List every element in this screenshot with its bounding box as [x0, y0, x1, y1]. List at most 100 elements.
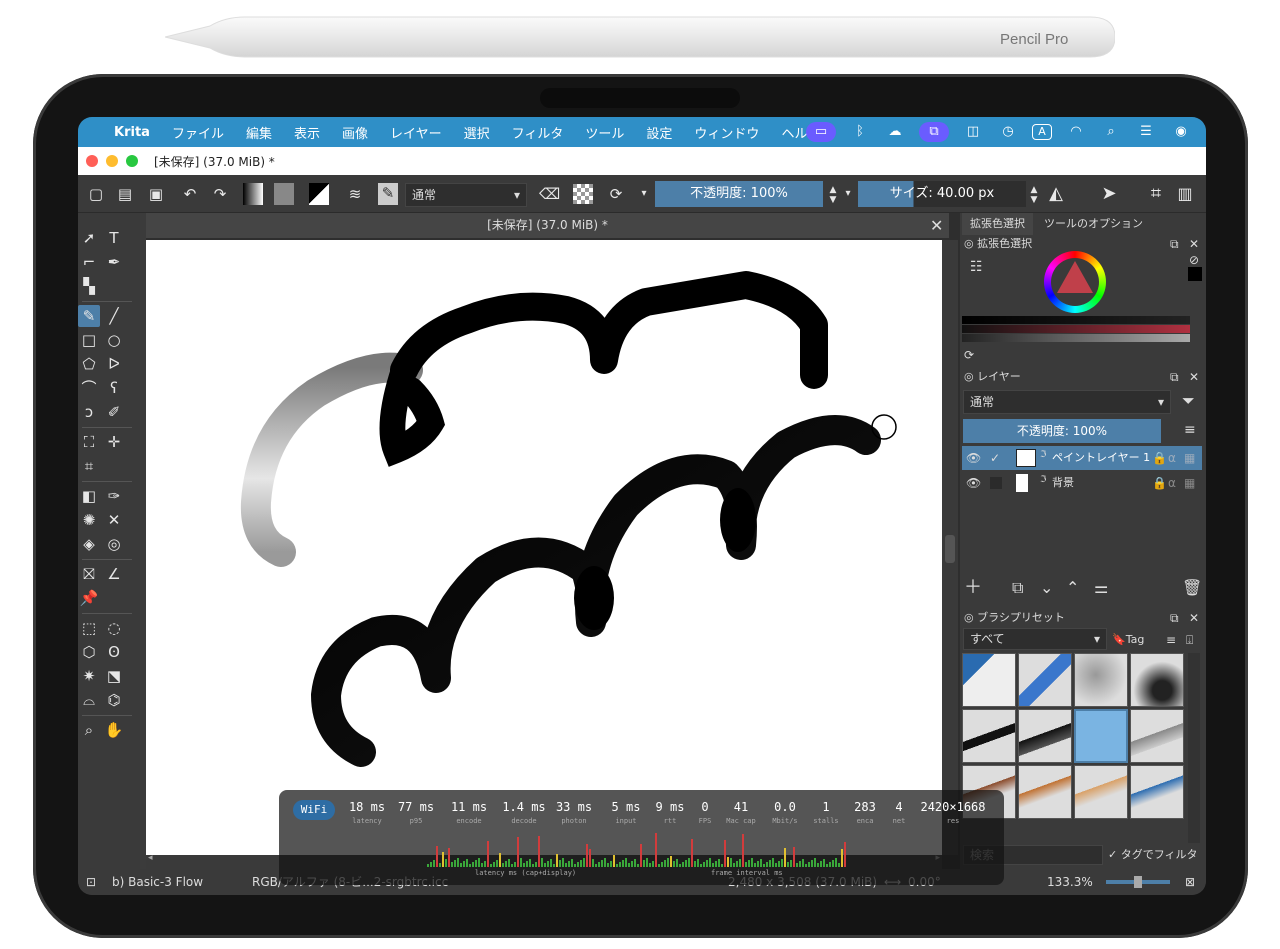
opacity-slider[interactable]: 不透明度: 100% — [655, 181, 823, 207]
line-tool-icon[interactable]: ╱ — [103, 305, 125, 327]
float-panel-icon[interactable]: ⧉ — [1170, 235, 1179, 253]
blend-mode-select[interactable]: 通常 ▾ — [405, 183, 527, 207]
magnetic-select-icon[interactable]: ⌬ — [103, 689, 125, 711]
eye-icon[interactable]: 👁 — [966, 474, 981, 492]
layer-name[interactable]: 背景 — [1052, 474, 1074, 492]
ellipse-tool-icon[interactable]: ○ — [103, 329, 125, 351]
edit-shapes-icon[interactable]: ⌐ — [78, 251, 100, 273]
brush-preset-soft[interactable] — [1130, 709, 1184, 763]
undo-icon[interactable]: ↶ — [180, 184, 200, 204]
tab-advanced-color[interactable]: 拡張色選択 — [962, 213, 1033, 235]
brush-preset-marker[interactable] — [1018, 653, 1072, 707]
brush-preset-charcoal[interactable] — [1130, 765, 1184, 819]
menu-tools[interactable]: ツール — [585, 123, 624, 142]
move-down-icon[interactable]: ⌄ — [1040, 579, 1053, 597]
ellipse-select-icon[interactable]: ◌ — [103, 617, 125, 639]
reload-preset-icon[interactable]: ⟳ — [606, 184, 626, 204]
delete-layer-icon[interactable]: 🗑 — [1182, 579, 1202, 597]
chevron-down-icon[interactable]: ▾ — [634, 184, 654, 204]
brush-preset-sketch[interactable] — [1074, 765, 1128, 819]
lock-icon[interactable]: 🔒 — [1152, 474, 1167, 492]
close-panel-icon[interactable]: ✕ — [1189, 368, 1199, 386]
tag-button[interactable]: 🔖Tag — [1112, 631, 1144, 649]
stage-manager-icon[interactable]: ⧉ — [919, 122, 949, 142]
move-up-icon[interactable]: ⌃ — [1066, 579, 1079, 597]
size-spin-icon[interactable]: ▲ ▼ — [1024, 185, 1044, 205]
document-tab[interactable]: [未保存] (37.0 MiB) * — [146, 213, 949, 238]
brush-preset-pencil[interactable] — [1018, 765, 1072, 819]
lightness-bar[interactable] — [962, 334, 1190, 342]
lock-icon[interactable]: ◎ — [964, 237, 977, 250]
menu-window[interactable]: ウィンドウ — [694, 123, 759, 142]
color-wheel[interactable] — [1044, 251, 1106, 313]
menu-edit[interactable]: 編集 — [246, 123, 272, 142]
gradient-preset-icon[interactable] — [243, 183, 263, 205]
redo-icon[interactable]: ↷ — [210, 184, 230, 204]
reference-tool-icon[interactable]: 📌 — [78, 587, 100, 609]
color-picker-icon[interactable]: ✑ — [103, 485, 125, 507]
menu-layer[interactable]: レイヤー — [390, 123, 442, 142]
rectangle-tool-icon[interactable]: □ — [78, 329, 100, 351]
view-mode-icon[interactable]: ≡ — [1166, 631, 1176, 649]
import-icon[interactable]: ⍗ — [1186, 631, 1193, 649]
pattern-preset-icon[interactable] — [274, 183, 294, 205]
freehand-path-icon[interactable]: ʕ — [103, 377, 125, 399]
color-settings-icon[interactable]: ☷ — [970, 258, 983, 276]
transform-tool-icon[interactable]: ⛶ — [78, 431, 100, 453]
multibrush-icon[interactable]: ✐ — [103, 401, 125, 423]
size-slider[interactable]: サイズ: 40.00 px — [858, 181, 1026, 207]
layer-row[interactable]: 👁 ✓ ℑ ペイントレイヤー 1 🔒 α ▦ — [962, 446, 1202, 470]
move-tool-icon[interactable]: ✛ — [103, 431, 125, 453]
brush-list-scrollbar[interactable] — [1188, 653, 1200, 843]
brush-preset-eraser[interactable] — [962, 653, 1016, 707]
menu-view[interactable]: 表示 — [294, 123, 320, 142]
wifi-icon[interactable]: ◠ — [1065, 122, 1087, 142]
calligraphy-icon[interactable]: ✒ — [103, 251, 125, 273]
zoom-tool-icon[interactable]: ⌕ — [78, 719, 100, 741]
bezier-tool-icon[interactable]: ⌒ — [78, 377, 100, 399]
gradient-tool-icon[interactable]: ◧ — [78, 485, 100, 507]
screen-share-icon[interactable]: ▭ — [806, 122, 836, 142]
timer-icon[interactable]: ◷ — [997, 122, 1019, 142]
gradient-edit-icon[interactable]: ▚ — [78, 275, 100, 297]
alpha-icon[interactable]: α — [1168, 449, 1176, 467]
checkbox-icon[interactable] — [990, 477, 1002, 489]
fullscreen-icon[interactable]: ⊠ — [1185, 869, 1195, 895]
alpha-icon[interactable]: α — [1168, 474, 1176, 492]
layer-menu-icon[interactable]: ≡ — [1184, 421, 1196, 439]
menu-filter[interactable]: フィルタ — [512, 123, 564, 142]
brush-status-icon[interactable]: ⊡ — [86, 869, 96, 895]
fill-tool-icon[interactable]: ◈ — [78, 533, 100, 555]
save-document-icon[interactable]: ▣ — [146, 184, 166, 204]
text-tool-icon[interactable]: T — [103, 227, 125, 249]
search-icon[interactable]: ⌕ — [1100, 122, 1122, 142]
float-panel-icon[interactable]: ⧉ — [1170, 609, 1179, 627]
app-menu[interactable]: Krita — [114, 125, 150, 140]
rect-select-icon[interactable]: ⬚ — [78, 617, 100, 639]
current-color-swatch[interactable] — [1188, 267, 1202, 281]
brush-preset-airbrush[interactable] — [1130, 653, 1184, 707]
polyline-tool-icon[interactable]: ᐅ — [103, 353, 125, 375]
layer-name[interactable]: ペイントレイヤー 1 — [1052, 449, 1150, 467]
filter-by-tag-checkbox[interactable]: ✓ タグでフィルタ — [1108, 846, 1198, 864]
pan-tool-icon[interactable]: ✋ — [103, 719, 125, 741]
open-document-icon[interactable]: ▤ — [115, 184, 135, 204]
value-bar[interactable] — [962, 316, 1190, 324]
lock-icon[interactable]: ◎ — [964, 611, 977, 624]
crop-tool-icon[interactable]: ⌗ — [78, 455, 100, 477]
fg-bg-color-icon[interactable] — [309, 183, 329, 205]
zoom-window-button[interactable] — [126, 155, 138, 167]
layer-row[interactable]: 👁 ℑ 背景 🔒 α ▦ — [962, 471, 1202, 495]
assistant-tool-icon[interactable]: ✕ — [103, 509, 125, 531]
freehand-brush-icon[interactable]: ✎ — [78, 305, 100, 327]
tab-tool-options[interactable]: ツールのオプション — [1036, 213, 1151, 235]
control-center-icon[interactable]: ☰ — [1135, 122, 1157, 142]
inherit-alpha-icon[interactable]: ℑ — [1040, 471, 1046, 489]
saturation-bar[interactable] — [962, 325, 1190, 333]
checker-icon[interactable]: ▦ — [1184, 474, 1195, 492]
vertical-scrollbar[interactable] — [942, 240, 958, 855]
checkbox-icon[interactable]: ✓ — [990, 449, 1000, 467]
chevron-down-icon[interactable]: ▾ — [838, 184, 858, 204]
perspective-grid-icon[interactable]: ⛝ — [78, 563, 100, 585]
lock-icon[interactable]: ◎ — [964, 370, 977, 383]
